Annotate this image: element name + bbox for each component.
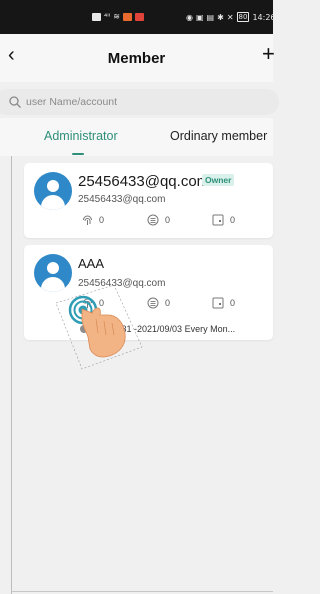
avatar [34, 172, 72, 210]
top-bar: ‹ Member + [0, 34, 275, 82]
mute-icon: ✕ [226, 12, 234, 22]
signal-icon: ⁴ᴵᴵ [104, 12, 111, 21]
owner-badge: Owner [202, 174, 235, 186]
card-count: 0 [212, 214, 235, 226]
member-tabs: Administrator Ordinary member [0, 118, 273, 156]
search-icon [9, 96, 21, 108]
tab-administrator[interactable]: Administrator [44, 129, 118, 143]
fingerprint-count: 0 [82, 214, 104, 226]
member-card[interactable]: 25456433@qq.com Owner 25456433@qq.com 0 … [24, 163, 273, 238]
battery-icon: 80 [236, 12, 250, 22]
divider [11, 156, 12, 594]
status-bar: ⁴ᴵᴵ ≋ ◉ ▣ ▤ ✱ ✕ 80 14:26 [0, 0, 276, 34]
plus-icon[interactable]: + [262, 43, 275, 65]
card-icon [212, 297, 224, 309]
active-tab-indicator [72, 153, 84, 155]
card-icon [212, 214, 224, 226]
keypad-icon [147, 214, 159, 226]
status-time: 14:26 [252, 12, 276, 22]
search-placeholder: user Name/account [26, 96, 118, 108]
nfc-icon: ▣ [195, 12, 204, 22]
card-count: 0 [212, 297, 235, 309]
tab-ordinary-member[interactable]: Ordinary member [170, 129, 267, 143]
member-email: 25456433@qq.com [78, 194, 166, 205]
keypad-icon [147, 297, 159, 309]
search-input[interactable]: user Name/account [0, 89, 279, 115]
status-right-icons: ◉ ▣ ▤ ✱ ✕ 80 14:26 [186, 12, 276, 22]
eye-icon: ◉ [186, 12, 193, 22]
vibrate-icon: ▤ [206, 12, 215, 22]
status-left-icons: ⁴ᴵᴵ ≋ [92, 12, 144, 21]
bluetooth-icon: ✱ [217, 12, 224, 22]
bottom-divider [11, 591, 273, 592]
notification-icon [122, 12, 132, 21]
wifi-icon: ≋ [113, 12, 120, 21]
member-name: 25456433@qq.com [78, 173, 210, 190]
sim-icon [92, 12, 101, 21]
app-notification-icon [134, 12, 144, 21]
password-count: 0 [147, 297, 170, 309]
member-name: AAA [78, 256, 105, 271]
fingerprint-icon [83, 215, 92, 225]
page-title: Member [107, 50, 166, 67]
password-count: 0 [147, 214, 170, 226]
tap-hand-icon [55, 285, 143, 370]
